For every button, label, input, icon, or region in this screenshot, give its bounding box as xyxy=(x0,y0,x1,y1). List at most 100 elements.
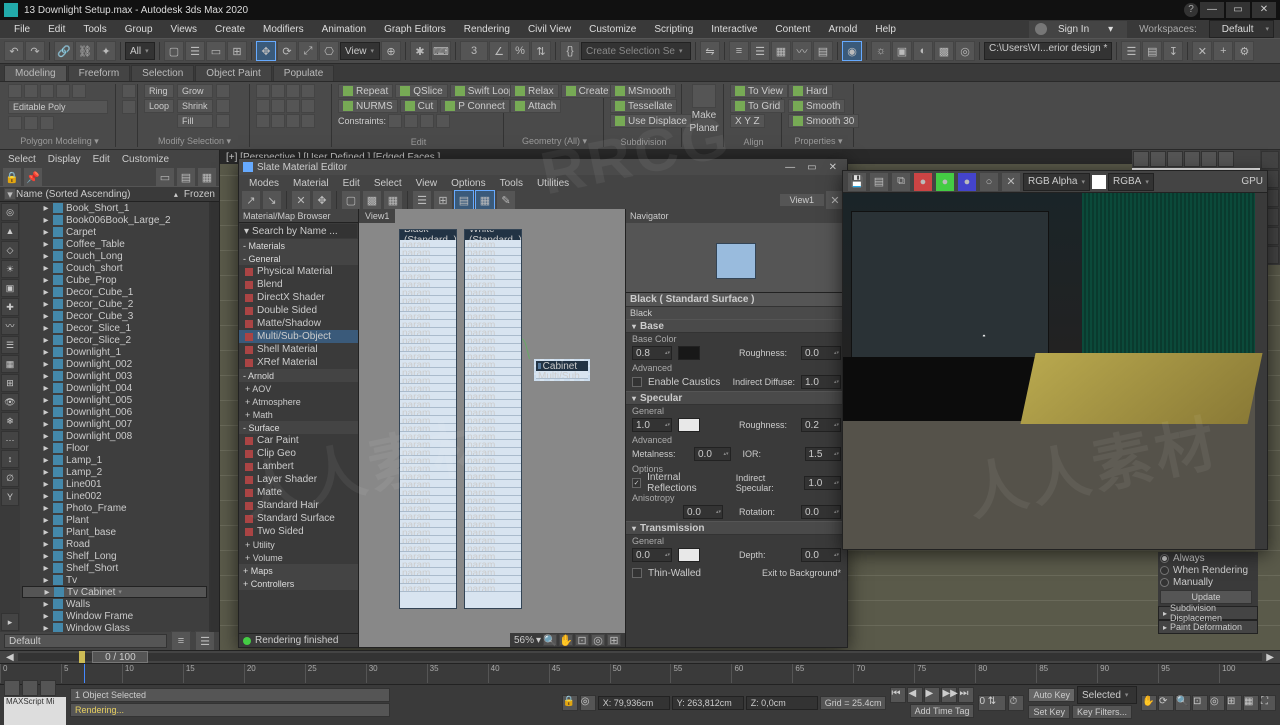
hard-button[interactable]: Hard xyxy=(788,84,833,98)
edit-1[interactable] xyxy=(256,84,270,98)
filter-lights[interactable]: ☀ xyxy=(1,260,19,278)
edit-8[interactable] xyxy=(301,99,315,113)
menu-content[interactable]: Content xyxy=(767,22,818,37)
tab-populate[interactable]: Populate xyxy=(273,65,334,81)
maximize-button[interactable]: ▭ xyxy=(1226,2,1250,18)
maxscript-listener[interactable]: MAXScript Mi xyxy=(4,697,66,725)
menu-animation[interactable]: Animation xyxy=(314,22,374,37)
redo-button[interactable]: ↷ xyxy=(25,41,45,61)
update-manual-radio[interactable] xyxy=(1160,578,1169,587)
poly-subobj-button[interactable] xyxy=(56,84,70,98)
slate-delete-button[interactable]: ✕ xyxy=(291,190,311,210)
render-chan-b[interactable]: ● xyxy=(957,172,977,192)
slate-layout-2[interactable]: ⊞ xyxy=(433,190,453,210)
pin-toggle[interactable]: 📌 xyxy=(23,167,43,187)
scene-foot-1[interactable]: ≡ xyxy=(171,631,191,651)
render-clear[interactable]: ✕ xyxy=(1001,172,1021,192)
percent-snap-button[interactable]: % xyxy=(510,41,530,61)
enable-caustics-check[interactable] xyxy=(632,377,642,387)
autokey-button[interactable]: Auto Key xyxy=(1028,688,1075,702)
spec-color-swatch[interactable] xyxy=(678,418,700,432)
relax-button[interactable]: Relax xyxy=(510,84,559,98)
panel-polymodeling[interactable]: Polygon Modeling ▾ xyxy=(8,134,111,147)
slate-view-tab2[interactable]: View1 xyxy=(780,194,824,206)
slider-fwd-icon[interactable]: ▶ xyxy=(1266,652,1274,663)
coord-y[interactable]: Y: 263,812cm xyxy=(672,696,744,710)
indspec-spinner[interactable]: 1.0 xyxy=(804,476,841,490)
param-slot[interactable]: Black xyxy=(626,307,847,319)
scene-item[interactable]: ▸Downlight_003 xyxy=(22,370,207,382)
edit-10[interactable] xyxy=(271,114,285,128)
cat-utility[interactable]: + Utility xyxy=(239,538,358,551)
render-chan-r[interactable]: ● xyxy=(913,172,933,192)
scene-item[interactable]: ▸Decor_Cube_3 xyxy=(22,310,207,322)
create-tab[interactable] xyxy=(1133,151,1149,167)
ring-button[interactable]: Ring xyxy=(144,84,174,98)
select-object-button[interactable]: ▢ xyxy=(164,41,184,61)
poly-tool-2[interactable] xyxy=(24,116,38,130)
zoom-pan[interactable]: ✋ xyxy=(559,634,573,646)
trans-weight-spinner[interactable]: 0.0 xyxy=(632,548,672,562)
rollhdr-subdiv[interactable]: Subdivision Displacemen xyxy=(1158,606,1258,620)
slate-menu-select[interactable]: Select xyxy=(368,177,408,190)
vp-nav-2[interactable]: ⟳ xyxy=(1158,695,1174,711)
slate-menu-edit[interactable]: Edit xyxy=(337,177,366,190)
scene-item[interactable]: ▸Window Glass xyxy=(22,622,207,632)
hierarchy-tab[interactable] xyxy=(1167,151,1183,167)
selection-filter[interactable]: All xyxy=(125,42,155,60)
slate-max[interactable]: ▭ xyxy=(801,162,822,173)
surf-matte[interactable]: Matte xyxy=(239,486,358,499)
menu-file[interactable]: File xyxy=(6,22,38,37)
menu-tools[interactable]: Tools xyxy=(75,22,114,37)
link-button[interactable]: 🔗 xyxy=(54,41,74,61)
scene-item[interactable]: ▸Decor_Cube_2 xyxy=(22,298,207,310)
edit-4[interactable] xyxy=(301,84,315,98)
time-slider[interactable]: ◀ 0 / 100 ▶ xyxy=(0,651,1280,663)
material-node-tvcabinet[interactable]: Tv Cabinet Model/Mtl Multi/Sub xyxy=(534,359,590,381)
filter-frozen[interactable]: ❄ xyxy=(1,412,19,430)
x-button[interactable]: ✕ xyxy=(1192,41,1212,61)
filter-geom[interactable]: ▲ xyxy=(1,222,19,240)
edit-5[interactable] xyxy=(256,99,270,113)
scene-item[interactable]: ▸Downlight_002 xyxy=(22,358,207,370)
slate-menu-utilities[interactable]: Utilities xyxy=(531,177,575,190)
fill-button[interactable]: Fill xyxy=(177,114,213,128)
cat-transmission[interactable]: Transmission xyxy=(626,521,847,535)
placement-button[interactable]: ⎔ xyxy=(319,41,339,61)
scene-item[interactable]: ▸Photo_Frame xyxy=(22,502,207,514)
scene-item[interactable]: ▸Downlight_005 xyxy=(22,394,207,406)
arnold-aov[interactable]: + AOV xyxy=(239,382,358,395)
tab-objectpaint[interactable]: Object Paint xyxy=(195,65,271,81)
vp-nav-3[interactable]: 🔍 xyxy=(1175,695,1191,711)
filter-space[interactable]: 〰 xyxy=(1,317,19,335)
filter-group[interactable]: ▦ xyxy=(1,355,19,373)
cat-materials[interactable]: - Materials xyxy=(239,239,358,252)
slate-menu-material[interactable]: Material xyxy=(287,177,335,190)
cat-surface[interactable]: - Surface xyxy=(239,421,358,434)
edit-named-sel-button[interactable]: {} xyxy=(560,41,580,61)
filter-hidden[interactable]: 👁 xyxy=(1,393,19,411)
shrink-button[interactable]: Shrink xyxy=(177,99,213,113)
manip-button[interactable]: ✱ xyxy=(410,41,430,61)
modsel-3[interactable] xyxy=(216,114,230,128)
make-planar-button[interactable]: MakePlanar xyxy=(688,84,720,134)
status-mini-1[interactable] xyxy=(4,680,20,696)
filter-xref[interactable]: ⊞ xyxy=(1,374,19,392)
surf-clipgeo[interactable]: Clip Geo xyxy=(239,447,358,460)
select-name-button[interactable]: ☰ xyxy=(185,41,205,61)
slate-menu-view[interactable]: View xyxy=(410,177,444,190)
scene-item[interactable]: ▸Downlight_008 xyxy=(22,430,207,442)
render-chan-g[interactable]: ● xyxy=(935,172,955,192)
repeat-button[interactable]: Repeat xyxy=(338,84,393,98)
mat-directx[interactable]: DirectX Shader xyxy=(239,291,358,304)
menu-create[interactable]: Create xyxy=(207,22,253,37)
lock-toggle[interactable]: 🔒 xyxy=(2,167,22,187)
tab-modeling[interactable]: Modeling xyxy=(4,65,67,81)
scene-item[interactable]: ▸Lamp_2 xyxy=(22,466,207,478)
add-time-tag[interactable]: Add Time Tag xyxy=(910,704,975,718)
col-name[interactable]: Name (Sorted Ascending) xyxy=(16,189,131,200)
slate-min[interactable]: — xyxy=(779,162,801,173)
zoom-fit[interactable]: 🔍 xyxy=(543,634,557,646)
intrefl-check[interactable]: ✓ xyxy=(632,478,641,488)
depth-spinner[interactable]: 0.0 xyxy=(801,548,841,562)
